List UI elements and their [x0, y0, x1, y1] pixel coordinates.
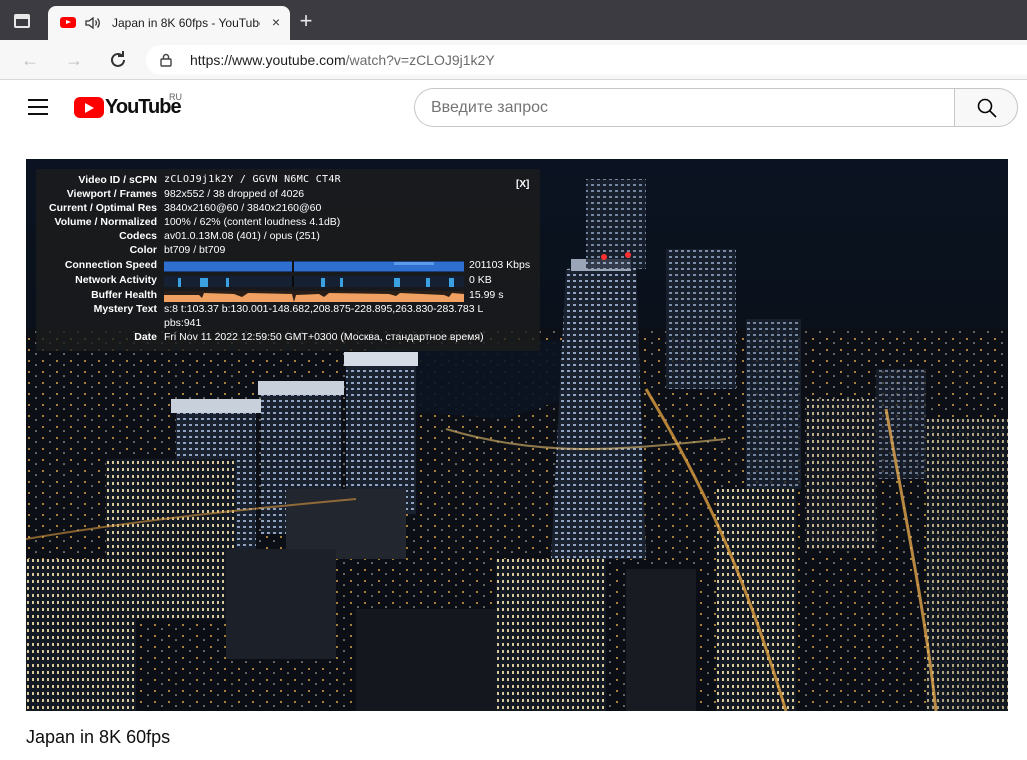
stats-row-connection-speed: Connection Speed 201103 Kbps [36, 259, 540, 273]
back-arrow-icon[interactable]: ← [18, 48, 42, 72]
network-activity-graph [164, 276, 464, 287]
youtube-header: YouTube RU [0, 81, 1027, 137]
stats-label: Buffer Health [91, 289, 157, 301]
stats-value: 15.99 s [469, 289, 504, 301]
search-box [414, 88, 955, 127]
stats-row-buffer-health: Buffer Health 15.99 s [36, 289, 540, 303]
browser-tab[interactable]: Japan in 8K 60fps - YouTube × [48, 6, 290, 40]
stats-label: Connection Speed [64, 259, 157, 271]
browser-tab-strip: Japan in 8K 60fps - YouTube × + [0, 0, 1027, 40]
url-host: https://www.youtube.com [190, 52, 346, 68]
stats-label: Volume / Normalized [54, 216, 158, 228]
forward-arrow-icon[interactable]: → [62, 48, 86, 72]
search-icon [977, 98, 997, 118]
youtube-favicon-icon [60, 17, 76, 28]
stats-label: Codecs [119, 230, 157, 242]
stats-value: 0 KB [469, 274, 492, 286]
video-title: Japan in 8K 60fps [26, 727, 171, 747]
stats-row-mystery-text: Mystery Text s:8 t:103.37 b:130.001-148.… [36, 303, 540, 317]
stats-label: Current / Optimal Res [49, 202, 157, 214]
url-path: /watch?v=zCLOJ9j1k2Y [345, 52, 495, 68]
tab-title: Japan in 8K 60fps - YouTube [112, 16, 260, 30]
browser-toolbar: ← → https://www.youtube.com/watch?v=zCLO… [0, 40, 1027, 80]
stats-label: Date [134, 331, 157, 343]
stats-row-viewport: Viewport / Frames 982x552 / 38 dropped o… [36, 188, 540, 202]
stats-row-video-id: Video ID / sCPN zCLOJ9j1k2Y / GGVN N6MC … [36, 174, 540, 188]
stats-label: Network Activity [75, 274, 157, 286]
stats-label: Color [129, 244, 157, 256]
video-player[interactable]: [X] Video ID / sCPN zCLOJ9j1k2Y / GGVN N… [26, 159, 1008, 711]
stats-row-volume: Volume / Normalized 100% / 62% (content … [36, 216, 540, 230]
youtube-logo[interactable]: YouTube RU [74, 92, 194, 119]
stats-value: zCLOJ9j1k2Y / GGVN N6MC CT4R [164, 174, 341, 185]
stats-value: Fri Nov 11 2022 12:59:50 GMT+0300 (Москв… [164, 331, 484, 343]
buffer-health-graph [164, 291, 464, 302]
stats-row-resolution: Current / Optimal Res 3840x2160@60 / 384… [36, 202, 540, 216]
connection-speed-graph [164, 261, 464, 272]
speaker-icon[interactable] [84, 14, 102, 32]
stats-value: 982x552 / 38 dropped of 4026 [164, 188, 305, 200]
search-input[interactable] [431, 99, 931, 117]
hamburger-menu-icon[interactable] [28, 99, 48, 115]
address-bar[interactable]: https://www.youtube.com/watch?v=zCLOJ9j1… [146, 45, 1027, 75]
tab-close-icon[interactable]: × [268, 14, 284, 30]
stats-value: av01.0.13M.08 (401) / opus (251) [164, 230, 320, 242]
stats-value: bt709 / bt709 [164, 244, 226, 256]
stats-for-nerds-panel: [X] Video ID / sCPN zCLOJ9j1k2Y / GGVN N… [36, 169, 540, 351]
stats-row-network-activity: Network Activity 0 KB [36, 274, 540, 288]
logo-region: RU [169, 92, 182, 102]
stats-label: Viewport / Frames [66, 188, 157, 200]
stats-value: pbs:941 [164, 317, 202, 329]
new-tab-button[interactable]: + [294, 10, 318, 34]
tab-actions-icon[interactable] [14, 14, 30, 28]
youtube-play-logo-icon [74, 97, 104, 118]
stats-label: Video ID / sCPN [78, 174, 157, 186]
stats-row-date: Date Fri Nov 11 2022 12:59:50 GMT+0300 (… [36, 331, 540, 345]
search-button[interactable] [954, 88, 1018, 127]
stats-row-mystery-text-cont: pbs:941 [36, 317, 540, 331]
stats-value: s:8 t:103.37 b:130.001-148.682,208.875-2… [164, 303, 484, 315]
stats-label: Mystery Text [93, 303, 157, 315]
stats-value: 3840x2160@60 / 3840x2160@60 [164, 202, 322, 214]
url-text[interactable]: https://www.youtube.com/watch?v=zCLOJ9j1… [190, 52, 495, 68]
stats-value: 201103 Kbps [469, 259, 531, 271]
reload-icon[interactable] [106, 48, 130, 72]
stats-row-color: Color bt709 / bt709 [36, 244, 540, 258]
stats-row-codecs: Codecs av01.0.13M.08 (401) / opus (251) [36, 230, 540, 244]
lock-icon[interactable] [160, 53, 172, 67]
stats-value: 100% / 62% (content loudness 4.1dB) [164, 216, 341, 228]
